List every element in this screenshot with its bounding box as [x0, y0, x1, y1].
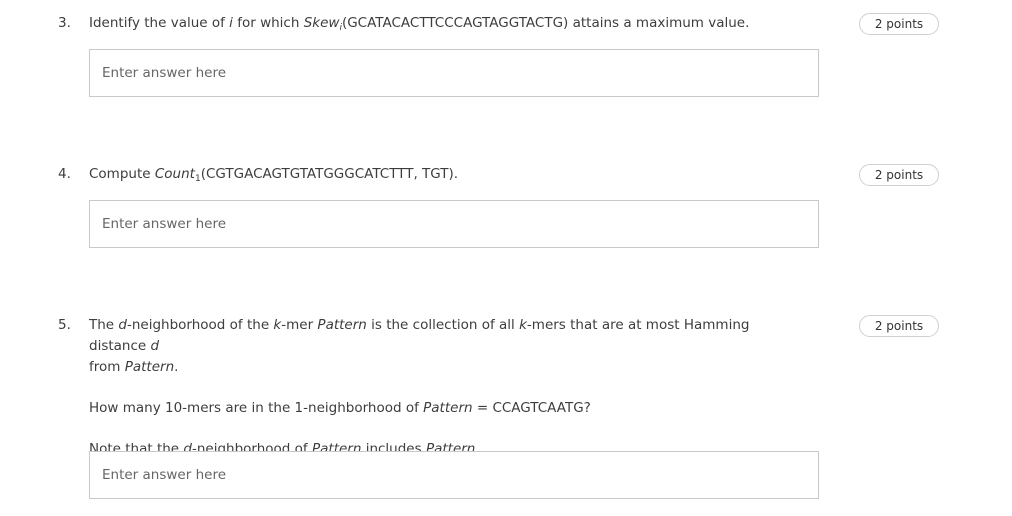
points-badge: 2 points — [859, 315, 939, 337]
question-number: 3. — [58, 15, 71, 31]
question-text: Identify the value of i for which Skewi(… — [89, 15, 750, 33]
question-number: 4. — [58, 166, 71, 182]
answer-input-q3[interactable] — [89, 49, 819, 97]
question-text: Compute Count1(CGTGACAGTGTATGGGCATCTTT, … — [89, 166, 459, 184]
points-badge: 2 points — [859, 164, 939, 186]
question-number: 5. — [58, 317, 71, 333]
points-badge: 2 points — [859, 13, 939, 35]
answer-input-q5[interactable] — [89, 451, 819, 499]
answer-input-q4[interactable] — [89, 200, 819, 248]
question-text: The d-neighborhood of the k-mer Pattern … — [89, 317, 750, 457]
